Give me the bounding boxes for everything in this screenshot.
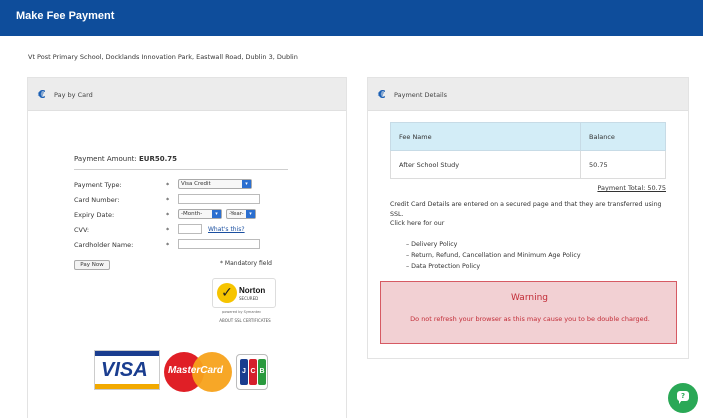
expiry-year-value: -Year- <box>229 211 244 217</box>
about-ssl-link[interactable]: ABOUT SSL CERTIFICATES <box>210 318 280 323</box>
table-header-row: Fee Name Balance <box>390 122 666 151</box>
payment-type-value: Visa Credit <box>181 181 211 187</box>
expiry-month-value: -Month- <box>181 211 203 217</box>
cardholder-name-label: Cardholder Name: <box>74 241 134 249</box>
payment-details-title: Payment Details <box>394 91 448 99</box>
card-number-label: Card Number: <box>74 196 120 204</box>
policy-list: Delivery Policy Return, Refund, Cancella… <box>406 239 581 272</box>
required-marker: * <box>166 181 170 189</box>
ssl-info-text: Credit Card Details are entered on a sec… <box>390 201 662 218</box>
fee-table: Fee Name Balance After School Study 50.7… <box>390 122 666 179</box>
euro-icon: € <box>38 88 46 101</box>
norton-seal[interactable]: ✓ Norton SECURED powered by Symantec ABO… <box>210 276 280 323</box>
norton-secured: SECURED <box>239 296 259 301</box>
school-address: Vt Post Primary School, Docklands Innova… <box>28 53 298 61</box>
pay-now-button[interactable]: Pay Now <box>74 260 110 270</box>
cvv-label: CVV: <box>74 226 90 234</box>
pay-by-card-header: € Pay by Card <box>28 78 346 111</box>
delivery-policy-link[interactable]: Delivery Policy <box>406 239 581 250</box>
payment-type-label: Payment Type: <box>74 181 122 189</box>
jcb-green-stripe: B <box>258 359 266 385</box>
payment-amount: Payment Amount: EUR50.75 <box>74 155 177 163</box>
jcb-blue-stripe: J <box>240 359 248 385</box>
visa-wordmark: VISA <box>101 359 148 381</box>
mastercard-wordmark: MasterCard <box>168 365 224 376</box>
refund-policy-link[interactable]: Return, Refund, Cancellation and Minimum… <box>406 250 580 261</box>
required-marker: * <box>166 226 170 234</box>
euro-icon: € <box>378 88 386 101</box>
pay-by-card-title: Pay by Card <box>54 91 93 99</box>
cardholder-name-input[interactable] <box>178 239 260 249</box>
payment-details-header: € Payment Details <box>368 78 688 111</box>
payment-amount-label: Payment Amount: <box>74 155 137 163</box>
payment-details-panel: € Payment Details Fee Name Balance After… <box>367 77 689 359</box>
norton-badge: ✓ Norton SECURED <box>212 278 276 308</box>
expiry-month-select[interactable]: -Month- ▾ <box>178 209 222 219</box>
balance-cell: 50.75 <box>580 150 666 179</box>
required-marker: * <box>166 196 170 204</box>
checkmark-icon: ✓ <box>217 283 237 303</box>
payment-type-row: Payment Type: * Visa Credit ▾ <box>74 179 324 191</box>
page-title: Make Fee Payment <box>16 10 115 22</box>
visa-top-bar <box>95 351 159 356</box>
warning-box: Warning Do not refresh your browser as t… <box>380 281 677 344</box>
expiry-date-label: Expiry Date: <box>74 211 115 219</box>
chevron-down-icon: ▾ <box>246 210 255 218</box>
card-number-input[interactable] <box>178 194 260 204</box>
chat-button[interactable]: ? <box>668 383 698 413</box>
visa-logo: VISA <box>94 350 160 390</box>
card-number-row: Card Number: * <box>74 194 324 206</box>
fee-name-header: Fee Name <box>390 122 581 151</box>
chevron-down-icon: ▾ <box>212 210 221 218</box>
fee-name-cell: After School Study <box>390 150 581 179</box>
jcb-red-stripe: C <box>249 359 257 385</box>
payment-amount-value: EUR50.75 <box>138 155 177 163</box>
expiry-date-row: Expiry Date: * -Month- ▾ -Year- ▾ <box>74 209 324 221</box>
page-header: Make Fee Payment <box>0 0 703 36</box>
chat-bubble-tail <box>679 400 682 404</box>
required-marker: * <box>166 211 170 219</box>
table-row: After School Study 50.75 <box>390 150 666 179</box>
mastercard-logo: MasterCard <box>164 352 234 392</box>
security-info: Credit Card Details are entered on a sec… <box>390 200 670 229</box>
warning-message: Do not refresh your browser as this may … <box>410 315 650 323</box>
balance-header: Balance <box>580 122 666 151</box>
cardholder-name-row: Cardholder Name: * <box>74 239 324 251</box>
jcb-logo: J C B <box>236 354 268 390</box>
warning-title: Warning <box>510 293 548 303</box>
norton-name: Norton <box>239 286 266 295</box>
click-here-link[interactable]: Click here for our <box>390 219 670 229</box>
cvv-input[interactable] <box>178 224 202 234</box>
data-protection-policy-link[interactable]: Data Protection Policy <box>406 261 581 272</box>
whats-this-link[interactable]: What's this? <box>208 226 245 233</box>
expiry-year-select[interactable]: -Year- ▾ <box>226 209 256 219</box>
pay-by-card-panel: € Pay by Card Payment Amount: EUR50.75 P… <box>27 77 347 418</box>
visa-bottom-bar <box>95 384 159 389</box>
divider <box>74 169 288 170</box>
norton-powered-by: powered by Symantec <box>222 310 262 314</box>
payment-total: Payment Total: 50.75 <box>597 184 666 192</box>
mandatory-note: * Mandatory field <box>220 260 272 267</box>
payment-type-select[interactable]: Visa Credit ▾ <box>178 179 252 189</box>
required-marker: * <box>166 241 170 249</box>
chevron-down-icon: ▾ <box>242 180 251 188</box>
cvv-row: CVV: * What's this? <box>74 224 324 236</box>
